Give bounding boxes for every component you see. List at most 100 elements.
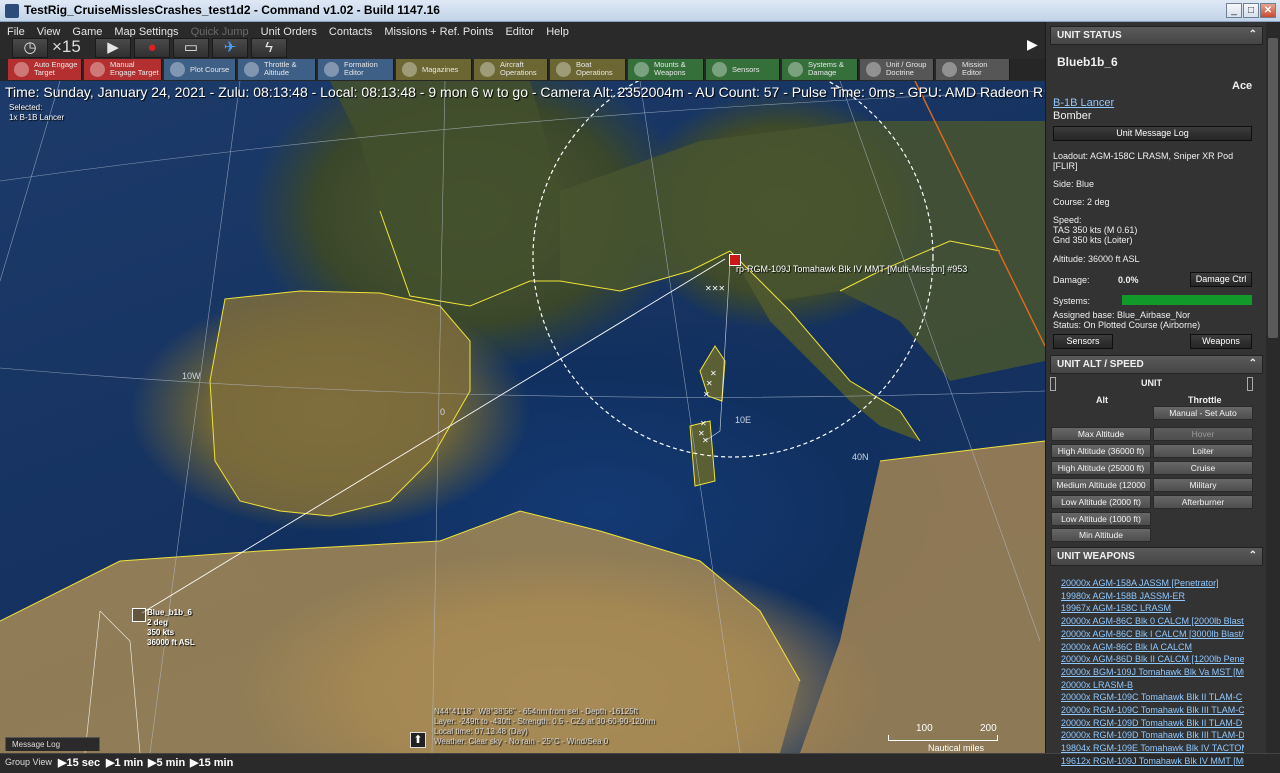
collapse-icon[interactable]: ⌃: [1249, 29, 1257, 40]
grid-label-0: 0: [440, 407, 446, 417]
systems-damage-button[interactable]: Systems & Damage: [782, 59, 858, 80]
panel-scrollbar[interactable]: [1266, 22, 1280, 753]
grid-label-40n: 40N: [852, 452, 869, 462]
mounts-weapons-button[interactable]: Mounts & Weapons: [628, 59, 704, 80]
boat-operations-button[interactable]: Boat Operations: [550, 59, 626, 80]
play-icon[interactable]: ▶: [95, 38, 131, 58]
loiter-button[interactable]: Loiter: [1153, 444, 1253, 458]
plot-course-button[interactable]: Plot Course: [164, 59, 236, 80]
max-altitude-button[interactable]: Max Altitude: [1051, 427, 1151, 441]
hover-button: Hover: [1153, 427, 1253, 441]
alt-speed-header[interactable]: UNIT ALT / SPEED ⌃: [1050, 355, 1263, 374]
unit-marker[interactable]: [132, 608, 146, 622]
afterburner-button[interactable]: Afterburner: [1153, 495, 1253, 509]
doctrine-button[interactable]: Unit / Group Doctrine: [860, 59, 934, 80]
weapon-list-item[interactable]: 20000x AGM-158A JASSM [Penetrator]: [1061, 578, 1244, 588]
unit-name: Blueb1b_6: [1057, 55, 1118, 69]
plane-icon[interactable]: ✈: [212, 38, 248, 58]
status-line: Time: Sunday, January 24, 2021 - Zulu: 0…: [5, 84, 1044, 100]
step-1min-button[interactable]: ▶1 min: [106, 756, 143, 769]
tactical-map[interactable]: ✕✕✕ ✕ ✕ ✕ ✕ ✕ ✕ Time: Sunday, January 24…: [0, 81, 1045, 753]
north-up-icon[interactable]: ⬆: [410, 732, 426, 748]
clock-icon[interactable]: ◷: [12, 38, 48, 58]
message-log-tab[interactable]: Message Log: [5, 737, 100, 751]
scrollbar-thumb[interactable]: [1268, 38, 1278, 338]
step-15min-button[interactable]: ▶15 min: [190, 756, 233, 769]
step-15sec-button[interactable]: ▶15 sec: [58, 756, 100, 769]
unit-panel: UNIT STATUS ⌃ Blueb1b_6 Ace B-1B Lancer B…: [1045, 22, 1280, 766]
throttle-altitude-button[interactable]: Throttle & Altitude: [238, 59, 316, 80]
unit-status-header[interactable]: UNIT STATUS ⌃: [1050, 26, 1263, 45]
weapons-panel-button[interactable]: Weapons: [1190, 334, 1252, 349]
maximize-button[interactable]: □: [1243, 3, 1259, 18]
weapon-list-item[interactable]: 20000x LRASM-B: [1061, 680, 1244, 690]
weapon-list-item[interactable]: 20000x AGM-86C Blk 0 CALCM [2000lb Blast…: [1061, 616, 1244, 626]
button-label: Editor: [344, 68, 364, 77]
missile-contact-label: rp-RGM-109J Tomahawk Blk IV MMT [Multi-M…: [736, 264, 968, 274]
weapon-list-item[interactable]: 19980x AGM-158B JASSM-ER: [1061, 591, 1244, 601]
high-altitude-36000-button[interactable]: High Altitude (36000 ft): [1051, 444, 1151, 458]
high-altitude-25000-button[interactable]: High Altitude (25000 ft): [1051, 461, 1151, 475]
close-button[interactable]: ✕: [1260, 3, 1276, 18]
button-label: Doctrine: [886, 68, 914, 77]
weapon-list-item[interactable]: 19804x RGM-109E Tomahawk Blk IV TACTOM: [1061, 743, 1244, 753]
svg-text:✕✕✕: ✕✕✕: [705, 284, 725, 293]
panel-toggle-icon[interactable]: ▶: [1027, 36, 1038, 53]
cruise-button[interactable]: Cruise: [1153, 461, 1253, 475]
weapon-list-item[interactable]: 20000x RGM-109D Tomahawk Blk II TLAM-D: [1061, 718, 1244, 728]
weapon-list-item[interactable]: 20000x RGM-109C Tomahawk Blk III TLAM-C: [1061, 705, 1244, 715]
slider-right-handle[interactable]: [1247, 377, 1253, 391]
sensors-button[interactable]: Sensors: [706, 59, 780, 80]
step-5min-button[interactable]: ▶5 min: [148, 756, 185, 769]
auto-engage-button[interactable]: Auto Engage Target: [8, 59, 82, 80]
document-icon: [866, 62, 881, 77]
formation-icon: [324, 62, 339, 77]
manual-set-auto-button[interactable]: Manual - Set Auto: [1153, 406, 1253, 420]
grid-label-10e: 10E: [735, 415, 752, 425]
weapon-list-item[interactable]: 20000x AGM-86C Blk I CALCM [3000lb Blast…: [1061, 629, 1244, 639]
unit-altitude: Altitude: 36000 ft ASL: [1053, 254, 1140, 264]
svg-text:✕: ✕: [710, 369, 717, 378]
damage-control-button[interactable]: Damage Ctrl: [1190, 272, 1252, 287]
button-label: Weapons: [654, 68, 686, 77]
unit-status-text: Status: On Plotted Course (Airborne): [1053, 320, 1201, 330]
weapon-list-item[interactable]: 20000x BGM-109J Tomahawk Blk Va MST [Mu: [1061, 667, 1244, 677]
unit-message-log-button[interactable]: Unit Message Log: [1053, 126, 1252, 141]
svg-text:✕: ✕: [703, 390, 710, 399]
low-altitude-1000-button[interactable]: Low Altitude (1000 ft): [1051, 512, 1151, 526]
slider-left-handle[interactable]: [1050, 377, 1056, 391]
ship-icon[interactable]: ▭: [173, 38, 209, 58]
medium-altitude-button[interactable]: Medium Altitude (12000: [1051, 478, 1151, 492]
unit-column-label: UNIT: [1141, 378, 1162, 388]
weapon-list-item[interactable]: 20000x AGM-86C Blk IA CALCM: [1061, 642, 1244, 652]
weapon-list-item[interactable]: 20000x RGM-109C Tomahawk Blk II TLAM-C: [1061, 692, 1244, 702]
unit-loadout-cont: [FLIR]: [1053, 161, 1078, 171]
scale-label-200: 200: [980, 723, 997, 734]
weapon-list-item[interactable]: 19967x AGM-158C LRASM: [1061, 603, 1244, 613]
minimize-button[interactable]: _: [1226, 3, 1242, 18]
unit-weapons-header[interactable]: UNIT WEAPONS ⌃: [1050, 547, 1263, 566]
low-altitude-2000-button[interactable]: Low Altitude (2000 ft): [1051, 495, 1151, 509]
collapse-icon[interactable]: ⌃: [1249, 550, 1257, 561]
record-icon[interactable]: ●: [134, 38, 170, 58]
min-altitude-button[interactable]: Min Altitude: [1051, 528, 1151, 542]
military-button[interactable]: Military: [1153, 478, 1253, 492]
unit-class-link[interactable]: B-1B Lancer: [1053, 97, 1114, 109]
weapon-list-item[interactable]: 19612x RGM-109J Tomahawk Blk IV MMT [Mu: [1061, 756, 1244, 766]
button-label: Target: [34, 68, 55, 77]
magazines-button[interactable]: Magazines: [396, 59, 472, 80]
bolt-icon[interactable]: ϟ: [251, 38, 287, 58]
sensors-panel-button[interactable]: Sensors: [1053, 334, 1113, 349]
systems-health-fill: [1122, 295, 1252, 305]
mission-editor-button[interactable]: Mission Editor: [936, 59, 1010, 80]
weapon-list-item[interactable]: 20000x AGM-86D Blk II CALCM [1200lb Pene…: [1061, 654, 1244, 664]
scale-unit: Nautical miles: [928, 743, 985, 753]
group-view-label[interactable]: Group View: [5, 757, 52, 767]
weapon-list-item[interactable]: 20000x RGM-109D Tomahawk Blk III TLAM-D: [1061, 730, 1244, 740]
collapse-icon[interactable]: ⌃: [1249, 358, 1257, 369]
manual-engage-button[interactable]: Manual Engage Target: [84, 59, 162, 80]
toolbar: ◷ ×15 ▶ ● ▭ ✈ ϟ: [0, 37, 1045, 59]
formation-editor-button[interactable]: Formation Editor: [318, 59, 394, 80]
unit-side: Side: Blue: [1053, 179, 1095, 189]
aircraft-operations-button[interactable]: Aircraft Operations: [474, 59, 548, 80]
